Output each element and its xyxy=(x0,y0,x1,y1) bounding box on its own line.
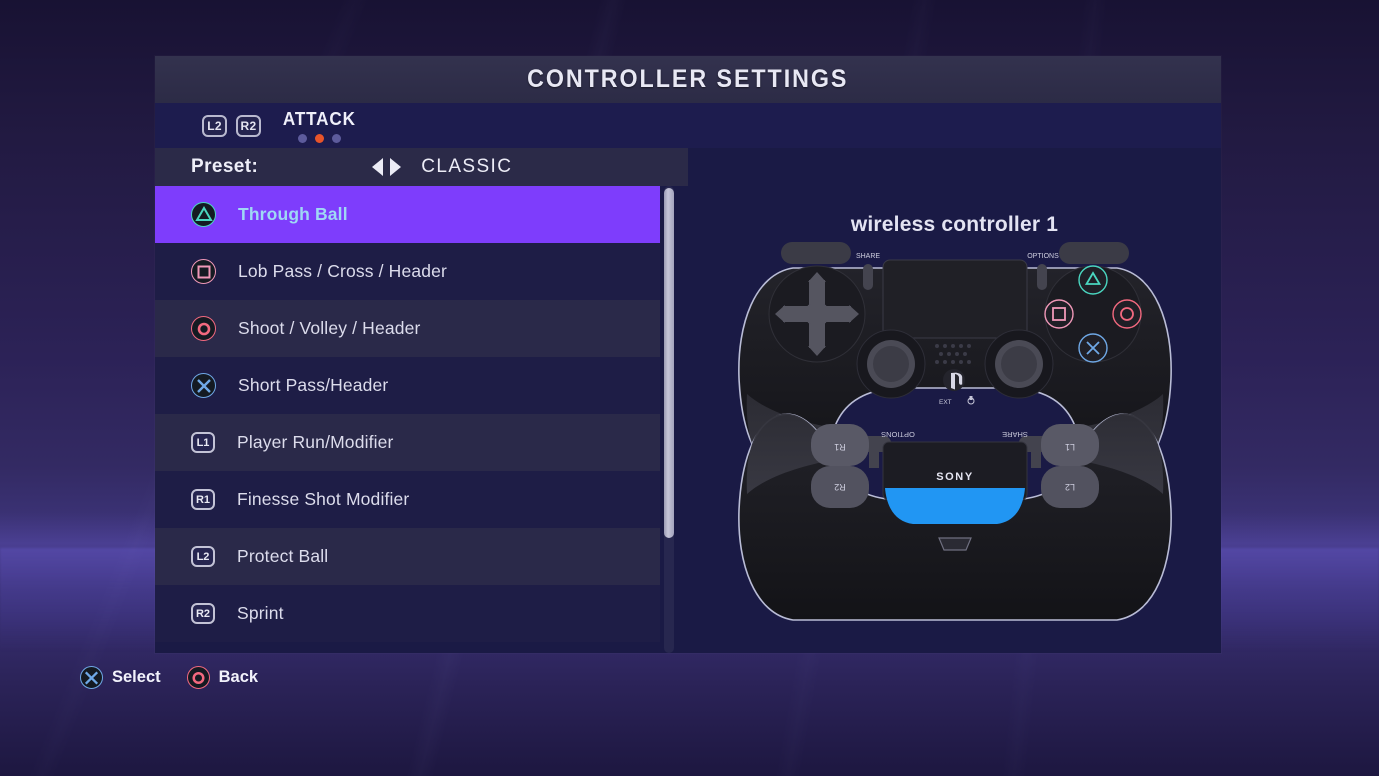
footer-hint-label: Back xyxy=(218,668,259,686)
footer-hints: Select Back xyxy=(80,666,258,689)
triangle-button-icon xyxy=(191,202,216,227)
r2-trigger-icon[interactable]: R2 xyxy=(236,114,261,137)
square-button-icon xyxy=(191,259,216,284)
binding-row[interactable]: R2 Sprint xyxy=(155,585,660,642)
right-stick xyxy=(984,329,1053,399)
preset-value[interactable]: CLASSIC xyxy=(421,156,512,178)
preset-label: Preset: xyxy=(191,156,259,177)
left-arrow-icon[interactable] xyxy=(372,158,384,176)
binding-label: Player Run/Modifier xyxy=(237,432,394,452)
cross-button-icon xyxy=(80,666,103,689)
svg-text:L2: L2 xyxy=(1064,482,1074,492)
ext-label: EXT xyxy=(939,399,952,406)
footer-hint[interactable]: Back xyxy=(186,666,259,689)
footer-hint-label: Select xyxy=(112,668,161,686)
preset-row[interactable]: Preset: CLASSIC xyxy=(155,148,688,186)
footer-hint[interactable]: Select xyxy=(80,666,161,689)
options-label: OPTIONS xyxy=(1027,253,1059,260)
svg-text:OPTIONS: OPTIONS xyxy=(881,430,915,439)
binding-label: Lob Pass / Cross / Header xyxy=(238,261,447,281)
binding-row[interactable]: L2 Protect Ball xyxy=(155,528,660,585)
share-label: SHARE xyxy=(855,253,879,260)
page-dot-1[interactable] xyxy=(297,133,307,143)
controller-settings-panel: CONTROLLER SETTINGS L2 R2 ATTACK Preset:… xyxy=(155,56,1221,653)
l1-button-icon: L1 xyxy=(191,432,215,453)
circle-button-icon xyxy=(191,316,216,341)
cross-button-icon xyxy=(191,373,216,398)
category-tabbar: L2 R2 ATTACK xyxy=(155,103,1221,148)
tab-attack[interactable]: ATTACK xyxy=(281,109,358,143)
bindings-list: Through Ball Lob Pass / Cross / Header Sho… xyxy=(155,186,660,642)
binding-label: Short Pass/Header xyxy=(238,375,389,395)
r1-button-icon: R1 xyxy=(191,489,215,510)
ps-home-button xyxy=(942,369,965,391)
binding-label: Shoot / Volley / Header xyxy=(238,318,421,338)
binding-row[interactable]: Shoot / Volley / Header xyxy=(155,300,660,357)
svg-text:R2: R2 xyxy=(834,482,846,492)
bindings-column: Preset: CLASSIC Through Ball Lob Pass / C… xyxy=(155,148,688,653)
panel-titlebar: CONTROLLER SETTINGS xyxy=(155,56,1221,103)
sony-logo: SONY xyxy=(936,471,974,483)
lightbar xyxy=(884,488,1025,524)
binding-row[interactable]: Short Pass/Header xyxy=(155,357,660,414)
binding-label: Through Ball xyxy=(238,204,348,224)
svg-text:L1: L1 xyxy=(1064,442,1074,452)
l2-button-icon: L2 xyxy=(191,546,215,567)
scrollbar-thumb[interactable] xyxy=(664,188,674,538)
binding-row[interactable]: Lob Pass / Cross / Header xyxy=(155,243,660,300)
page-dot-3[interactable] xyxy=(331,133,341,143)
binding-label: Finesse Shot Modifier xyxy=(237,489,410,509)
page-dots xyxy=(297,133,341,143)
panel-body: Preset: CLASSIC Through Ball Lob Pass / C… xyxy=(155,148,1221,653)
controller-back-view: R1 R2 L1 L2 OPTIONS SHARE SONY xyxy=(737,413,1172,621)
controller-preview-column: wireless controller 1 SHARE OPTIONS EXT … xyxy=(688,148,1221,653)
binding-row[interactable]: L1 Player Run/Modifier xyxy=(155,414,660,471)
circle-button-icon xyxy=(186,666,210,689)
binding-label: Protect Ball xyxy=(237,546,329,566)
right-arrow-icon[interactable] xyxy=(390,158,402,176)
left-stick xyxy=(856,329,925,399)
binding-row[interactable]: Through Ball xyxy=(155,186,660,243)
controller-illustration: SHARE OPTIONS EXT R1 R2 L1 L2 OPTIONS SH… xyxy=(688,228,1221,648)
page-title: CONTROLLER SETTINGS xyxy=(527,65,849,93)
tab-attack-label: ATTACK xyxy=(282,108,356,129)
binding-label: Sprint xyxy=(237,603,284,623)
l2-trigger-icon[interactable]: L2 xyxy=(202,114,227,137)
bindings-list-wrapper: Through Ball Lob Pass / Cross / Header Sho… xyxy=(155,186,688,653)
r2-button-icon: R2 xyxy=(191,603,215,624)
preset-arrows xyxy=(372,158,402,176)
svg-text:R1: R1 xyxy=(834,442,846,452)
binding-row[interactable]: R1 Finesse Shot Modifier xyxy=(155,471,660,528)
svg-text:SHARE: SHARE xyxy=(1002,430,1028,439)
scrollbar-track[interactable] xyxy=(664,186,674,653)
page-dot-2[interactable] xyxy=(314,133,324,143)
